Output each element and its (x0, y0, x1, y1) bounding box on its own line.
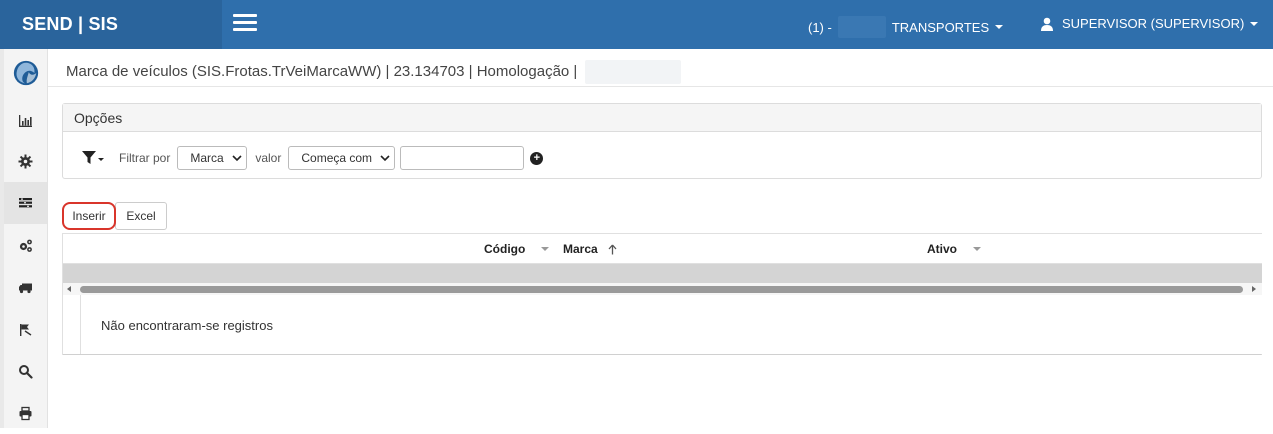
gears-icon (19, 239, 32, 252)
scrollbar-thumb[interactable] (80, 286, 1243, 293)
add-filter-icon[interactable]: + (530, 151, 544, 165)
chevron-down-icon (380, 155, 390, 162)
sidebar-item-settings[interactable] (4, 140, 47, 182)
filter-field-value: Marca (190, 151, 224, 165)
value-label: valor (255, 151, 282, 165)
redacted-environment (585, 60, 682, 84)
redacted-company-code (837, 16, 886, 38)
filter-by-label: Filtrar por (119, 151, 171, 165)
brand-logo[interactable]: SEND | SIS (0, 0, 222, 49)
sidebar-item-fleet[interactable] (4, 266, 47, 308)
sidebar-item-configuration[interactable] (4, 224, 47, 266)
excel-button[interactable]: Excel (115, 202, 167, 230)
funnel-icon (82, 151, 104, 164)
company-dropdown[interactable]: (1) - TRANSPORTES (808, 16, 1004, 38)
filter-operator-select[interactable]: Começa com (288, 146, 396, 170)
chevron-down-icon (232, 155, 242, 162)
sidebar-item-registers[interactable] (4, 182, 47, 224)
user-icon (1041, 17, 1053, 31)
scroll-right-icon[interactable] (1252, 286, 1256, 292)
options-panel: Opções Filtrar por Marca valor Começa co… (62, 103, 1262, 179)
filter-field-select[interactable]: Marca (177, 146, 248, 170)
column-label-codigo: Código (484, 242, 526, 256)
page-header: Marca de veículos (SIS.Frotas.TrVeiMarca… (48, 49, 1273, 87)
column-header-codigo[interactable]: Código (484, 242, 550, 256)
truck-icon (19, 283, 32, 293)
filter-operator-value: Começa com (301, 151, 373, 165)
insert-button[interactable]: Inserir (62, 202, 116, 230)
grid-header: Código Marca Ativo (63, 233, 1262, 264)
page-title-row: Marca de veículos (SIS.Frotas.TrVeiMarca… (66, 60, 682, 84)
column-label-ativo: Ativo (927, 242, 957, 256)
company-prefix: (1) - (808, 19, 832, 35)
print-icon (19, 406, 32, 420)
grid-filter-row (63, 264, 1262, 283)
user-label: SUPERVISOR (SUPERVISOR) (1062, 16, 1245, 31)
flag-icon (20, 323, 32, 336)
data-grid: Código Marca Ativo Não encontraram-se re… (62, 233, 1263, 355)
page-title: Marca de veículos (SIS.Frotas.TrVeiMarca… (66, 62, 578, 80)
chevron-down-icon (995, 25, 1004, 29)
search-icon (19, 364, 33, 379)
grid-empty-panel: Não encontraram-se registros (80, 295, 1263, 354)
sidebar-item-home[interactable] (4, 52, 47, 94)
sort-ascending-icon (608, 244, 617, 254)
chevron-down-icon (1250, 21, 1259, 26)
hamburger-menu-icon[interactable] (233, 14, 257, 32)
column-header-marca[interactable]: Marca (563, 242, 617, 256)
options-panel-title: Opções (63, 104, 1261, 132)
sidebar-item-reports[interactable] (4, 99, 47, 141)
scroll-left-icon[interactable] (67, 286, 71, 292)
empty-message: Não encontraram-se registros (101, 318, 273, 333)
list-icon (19, 197, 32, 207)
bar-chart-icon (19, 114, 32, 127)
sort-caret-icon (973, 247, 981, 251)
company-name: TRANSPORTES (891, 19, 990, 35)
user-dropdown[interactable]: SUPERVISOR (SUPERVISOR) (1040, 16, 1259, 31)
sort-caret-icon (541, 247, 550, 251)
horizontal-scrollbar[interactable] (63, 283, 1262, 295)
column-label-marca: Marca (563, 242, 598, 256)
sidebar-item-search[interactable] (4, 350, 47, 392)
logo-icon (13, 60, 38, 86)
filter-menu-button[interactable] (81, 149, 105, 167)
sidebar-item-processes[interactable] (4, 308, 47, 350)
top-navbar: SEND | SIS (1) - TRANSPORTES SUPERVISOR … (0, 0, 1273, 49)
column-header-ativo[interactable]: Ativo (927, 242, 981, 256)
filter-value-input[interactable] (400, 146, 525, 170)
filter-row: Filtrar por Marca valor Começa com + (81, 146, 544, 170)
grid-body: Não encontraram-se registros (63, 295, 1263, 355)
gear-icon (18, 154, 33, 168)
